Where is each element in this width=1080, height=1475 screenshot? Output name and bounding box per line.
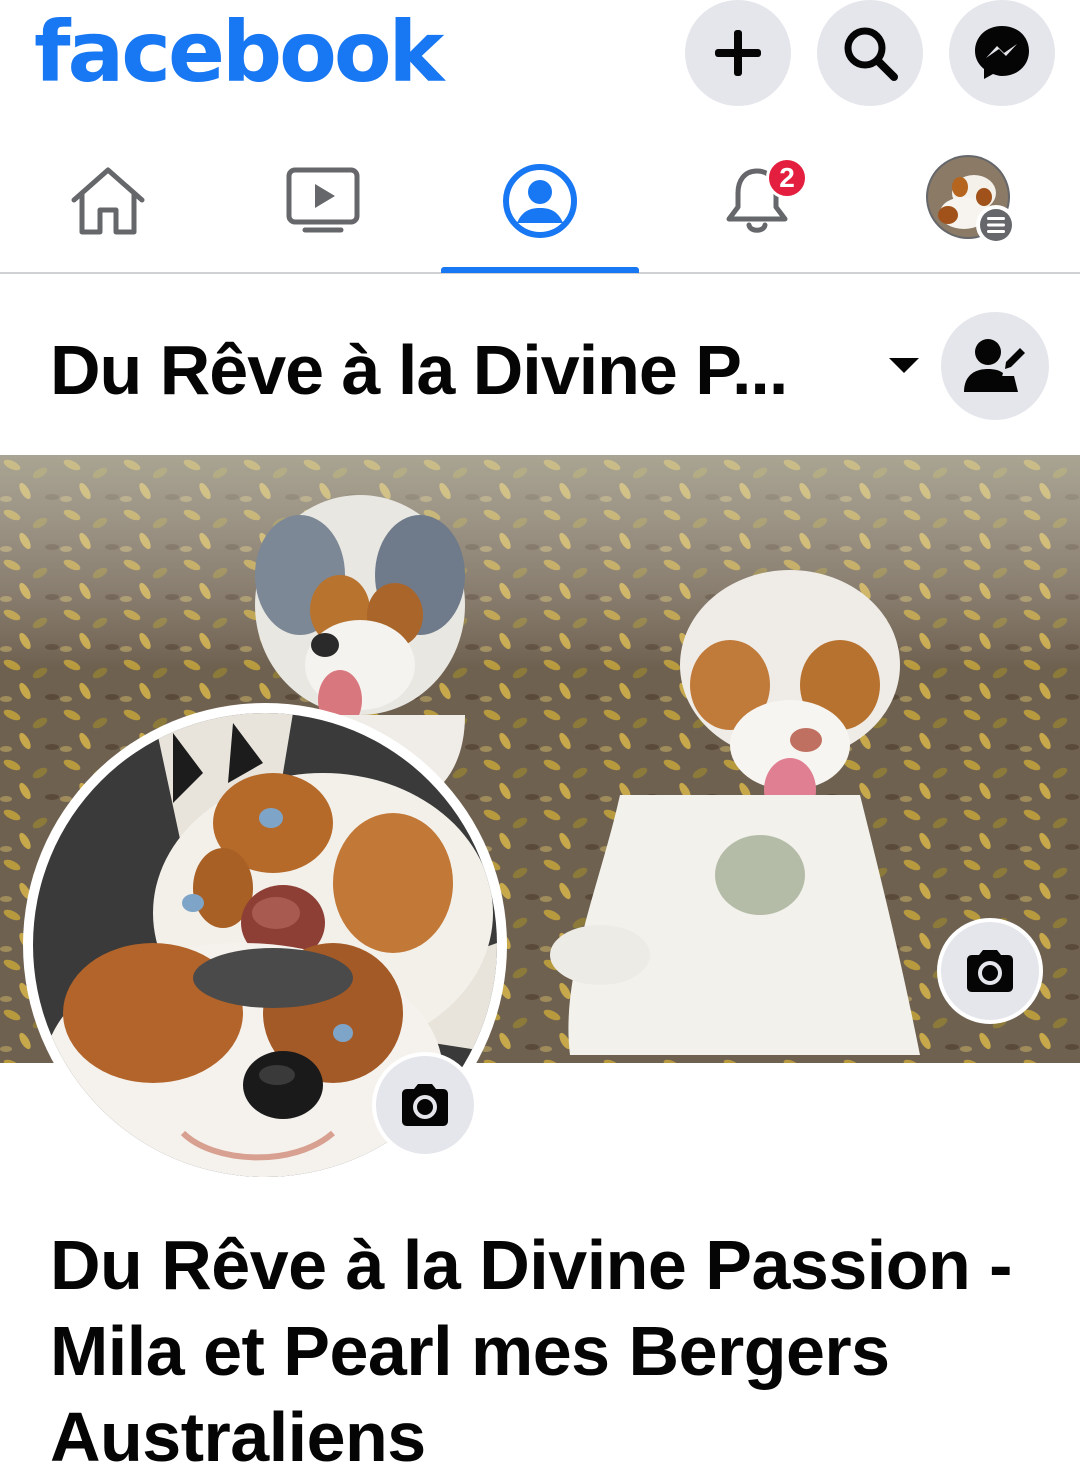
facebook-logo[interactable]: facebook bbox=[34, 2, 444, 102]
chevron-down-icon[interactable] bbox=[889, 358, 919, 373]
notification-badge: 2 bbox=[766, 157, 808, 199]
home-icon bbox=[71, 167, 145, 235]
tab-home[interactable] bbox=[9, 130, 207, 272]
tab-menu[interactable] bbox=[873, 130, 1071, 272]
watch-icon bbox=[286, 167, 360, 233]
messenger-icon bbox=[975, 26, 1029, 79]
switch-profile-button[interactable] bbox=[941, 312, 1049, 420]
page-name: Du Rêve à la Divine Passion - Mila et Pe… bbox=[50, 1226, 1012, 1475]
edit-profile-picture-button[interactable] bbox=[372, 1052, 478, 1158]
page-title-row: Du Rêve à la Divine P... bbox=[0, 300, 1080, 440]
profile-icon bbox=[503, 164, 577, 238]
plus-icon bbox=[715, 30, 761, 76]
tab-profile[interactable] bbox=[441, 130, 639, 273]
tab-bar bbox=[0, 130, 1080, 274]
tab-notifications[interactable] bbox=[658, 130, 856, 272]
messenger-button[interactable] bbox=[949, 0, 1055, 106]
page-title[interactable]: Du Rêve à la Divine P... bbox=[50, 328, 788, 412]
search-icon bbox=[844, 27, 898, 81]
tab-watch[interactable] bbox=[224, 130, 422, 272]
camera-icon bbox=[967, 950, 1013, 992]
edit-cover-button[interactable] bbox=[937, 918, 1043, 1024]
search-button[interactable] bbox=[817, 0, 923, 106]
top-header: facebook bbox=[0, 0, 1080, 108]
create-button[interactable] bbox=[685, 0, 791, 106]
menu-avatar-icon bbox=[926, 155, 1016, 245]
person-edit-icon bbox=[964, 339, 1025, 392]
camera-icon bbox=[402, 1084, 448, 1126]
